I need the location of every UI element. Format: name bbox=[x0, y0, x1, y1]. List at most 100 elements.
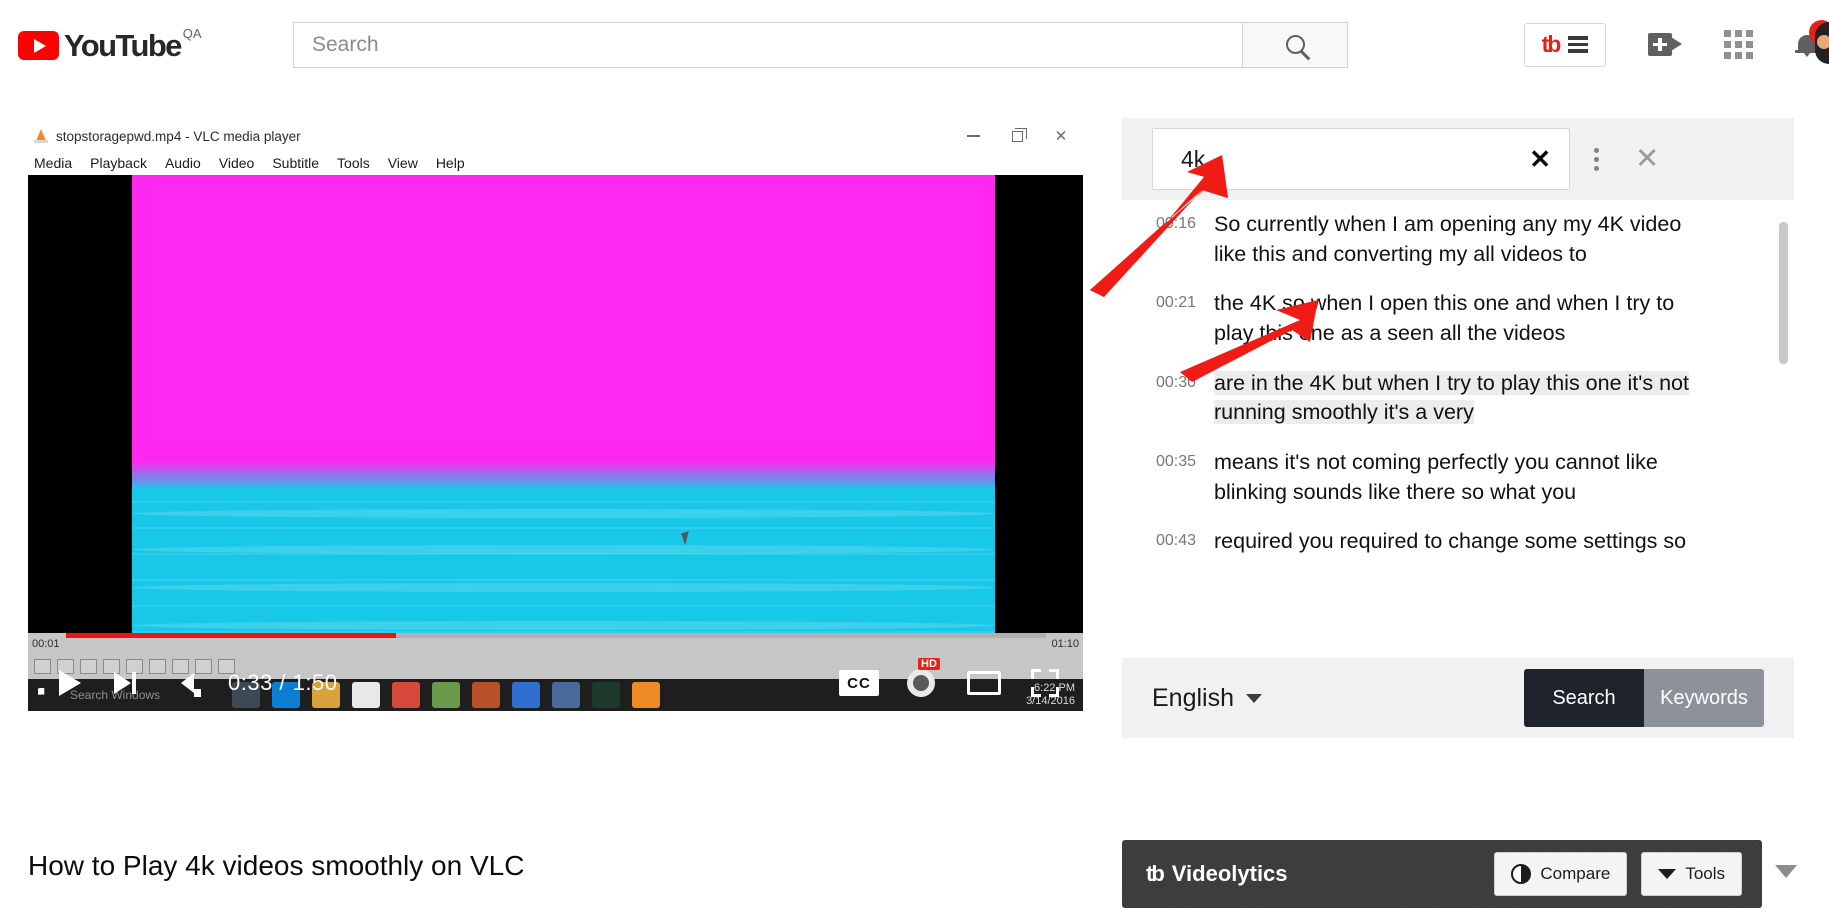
masthead-right-icons: tb 3 bbox=[1524, 19, 1829, 67]
compare-button[interactable]: Compare bbox=[1494, 852, 1628, 896]
compare-icon bbox=[1511, 864, 1532, 884]
transcript-panel: 4k ✕ ✕ 00:16 So currently when I am open… bbox=[1122, 118, 1794, 738]
play-icon bbox=[59, 670, 81, 696]
transcript-search-row: 4k ✕ ✕ bbox=[1122, 118, 1794, 200]
vlc-total-time: 01:10 bbox=[1051, 638, 1079, 650]
transcript-footer: English Search Keywords bbox=[1122, 658, 1794, 738]
videolytics-title: Videolytics bbox=[1171, 861, 1288, 886]
tubebuddy-button[interactable]: tb bbox=[1524, 22, 1606, 67]
video-canvas[interactable] bbox=[28, 175, 1083, 685]
youtube-masthead: YouTube QA Search tb 3 bbox=[0, 0, 1829, 90]
vlc-seek-progress bbox=[66, 633, 396, 638]
vlc-menu-media[interactable]: Media bbox=[34, 155, 72, 171]
vlc-menu-video[interactable]: Video bbox=[219, 155, 255, 171]
vlc-seek-row[interactable]: 00:01 01:10 bbox=[28, 633, 1083, 653]
transcript-timestamp: 00:16 bbox=[1155, 215, 1196, 232]
transcript-keywords-tab[interactable]: Keywords bbox=[1644, 669, 1764, 727]
vlc-menu-subtitle[interactable]: Subtitle bbox=[272, 155, 319, 171]
video-letterbox-right bbox=[995, 175, 1083, 685]
vlc-minimize-button[interactable] bbox=[951, 121, 995, 151]
search-input[interactable]: Search bbox=[293, 21, 1243, 68]
apps-button[interactable] bbox=[1724, 30, 1753, 59]
close-panel-icon[interactable]: ✕ bbox=[1635, 144, 1659, 174]
vlc-menubar: Media Playback Audio Video Subtitle Tool… bbox=[28, 152, 1083, 174]
volume-icon bbox=[180, 673, 201, 697]
language-selector-label: English bbox=[1152, 683, 1234, 712]
create-video-button[interactable] bbox=[1648, 33, 1682, 56]
settings-gear-icon bbox=[907, 669, 935, 697]
youtube-wordmark: YouTube bbox=[64, 28, 182, 63]
tubebuddy-logo-icon: tb bbox=[1146, 861, 1165, 886]
vlc-menu-view[interactable]: View bbox=[388, 155, 418, 171]
settings-button[interactable]: HD bbox=[905, 658, 940, 699]
compare-button-label: Compare bbox=[1540, 864, 1611, 883]
youtube-logo[interactable]: YouTube QA bbox=[18, 25, 248, 64]
volume-button[interactable] bbox=[168, 666, 206, 700]
videolytics-actions: Compare Tools bbox=[1494, 852, 1742, 896]
avatar[interactable] bbox=[1815, 22, 1829, 64]
vlc-close-button[interactable]: ✕ bbox=[1039, 121, 1083, 151]
youtube-country-code: QA bbox=[182, 26, 202, 41]
videolytics-bar: tb Videolytics Compare Tools bbox=[1122, 840, 1762, 908]
videolytics-logo: tb Videolytics bbox=[1146, 861, 1288, 887]
transcript-search-value: 4k bbox=[1181, 145, 1206, 172]
transcript-timestamp: 00:30 bbox=[1155, 373, 1196, 391]
next-video-icon bbox=[114, 672, 131, 694]
language-selector[interactable]: English bbox=[1152, 684, 1262, 713]
vlc-menu-playback[interactable]: Playback bbox=[90, 155, 147, 171]
vlc-window-buttons: ✕ bbox=[951, 121, 1083, 151]
caret-down-icon bbox=[1658, 869, 1677, 879]
video-letterbox-left bbox=[28, 175, 132, 685]
transcript-text: the 4K so when I open this one and when … bbox=[1214, 291, 1675, 345]
tubebuddy-logo-icon: tb bbox=[1541, 31, 1562, 57]
youtube-player-controls: 0:33 / 1:50 CC HD bbox=[28, 655, 1083, 711]
vlc-restore-button[interactable] bbox=[995, 121, 1039, 151]
vlc-menu-help[interactable]: Help bbox=[436, 155, 465, 171]
clear-search-icon[interactable]: ✕ bbox=[1529, 146, 1551, 172]
transcript-list[interactable]: 00:16 So currently when I am opening any… bbox=[1122, 200, 1794, 662]
transcript-action-buttons: Search Keywords bbox=[1524, 669, 1764, 727]
transcript-item[interactable]: 00:35 means it's not coming perfectly yo… bbox=[1122, 438, 1794, 517]
videolytics-expand-caret-icon[interactable] bbox=[1775, 865, 1797, 878]
vlc-menu-tools[interactable]: Tools bbox=[337, 155, 370, 171]
player-right-controls: CC HD bbox=[839, 658, 1083, 699]
vlc-cone-icon bbox=[34, 129, 48, 143]
captions-button[interactable]: CC bbox=[839, 670, 879, 696]
vlc-menu-audio[interactable]: Audio bbox=[165, 155, 201, 171]
tools-button-label: Tools bbox=[1685, 864, 1725, 883]
video-magenta-band bbox=[132, 175, 995, 485]
transcript-search-tab[interactable]: Search bbox=[1524, 669, 1644, 727]
next-video-button[interactable] bbox=[108, 666, 142, 700]
youtube-play-icon bbox=[18, 31, 59, 60]
play-button[interactable] bbox=[50, 663, 90, 703]
transcript-item[interactable]: 00:21 the 4K so when I open this one and… bbox=[1122, 279, 1794, 358]
transcript-item[interactable]: 00:43 required you required to change so… bbox=[1122, 517, 1794, 567]
vlc-elapsed-time: 00:01 bbox=[32, 638, 60, 650]
transcript-item[interactable]: 00:16 So currently when I am opening any… bbox=[1122, 200, 1794, 279]
page-stage: stopstoragepwd.mp4 - VLC media player ✕ … bbox=[0, 90, 1829, 908]
vlc-titlebar: stopstoragepwd.mp4 - VLC media player ✕ bbox=[28, 118, 1083, 154]
transcript-text: means it's not coming perfectly you cann… bbox=[1214, 449, 1658, 504]
tubebuddy-menu-icon bbox=[1568, 36, 1589, 53]
search-button[interactable] bbox=[1243, 21, 1348, 68]
transcript-search-input[interactable]: 4k ✕ bbox=[1152, 128, 1570, 190]
theater-mode-button[interactable] bbox=[967, 671, 1001, 695]
transcript-item-active[interactable]: 00:30 are in the 4K but when I try to pl… bbox=[1122, 359, 1794, 438]
kebab-menu-icon[interactable] bbox=[1594, 147, 1599, 171]
transcript-timestamp: 00:35 bbox=[1155, 452, 1196, 470]
quality-badge: HD bbox=[918, 658, 940, 670]
transcript-scrollbar-thumb[interactable] bbox=[1779, 222, 1788, 364]
vlc-seek-bar[interactable] bbox=[66, 633, 1046, 638]
transcript-text: required you required to change some set… bbox=[1214, 529, 1687, 554]
apps-grid-icon bbox=[1724, 30, 1753, 59]
transcript-text: So currently when I am opening any my 4K… bbox=[1214, 212, 1682, 266]
search-icon bbox=[1285, 35, 1305, 54]
fullscreen-button[interactable] bbox=[1031, 669, 1059, 697]
time-display: 0:33 / 1:50 bbox=[228, 670, 338, 695]
create-video-icon bbox=[1648, 33, 1682, 56]
chevron-down-icon bbox=[1246, 693, 1262, 703]
search-area: Search bbox=[293, 21, 1348, 68]
transcript-text: are in the 4K but when I try to play thi… bbox=[1214, 370, 1689, 425]
video-player[interactable]: stopstoragepwd.mp4 - VLC media player ✕ … bbox=[28, 118, 1083, 711]
tools-button[interactable]: Tools bbox=[1641, 852, 1742, 896]
